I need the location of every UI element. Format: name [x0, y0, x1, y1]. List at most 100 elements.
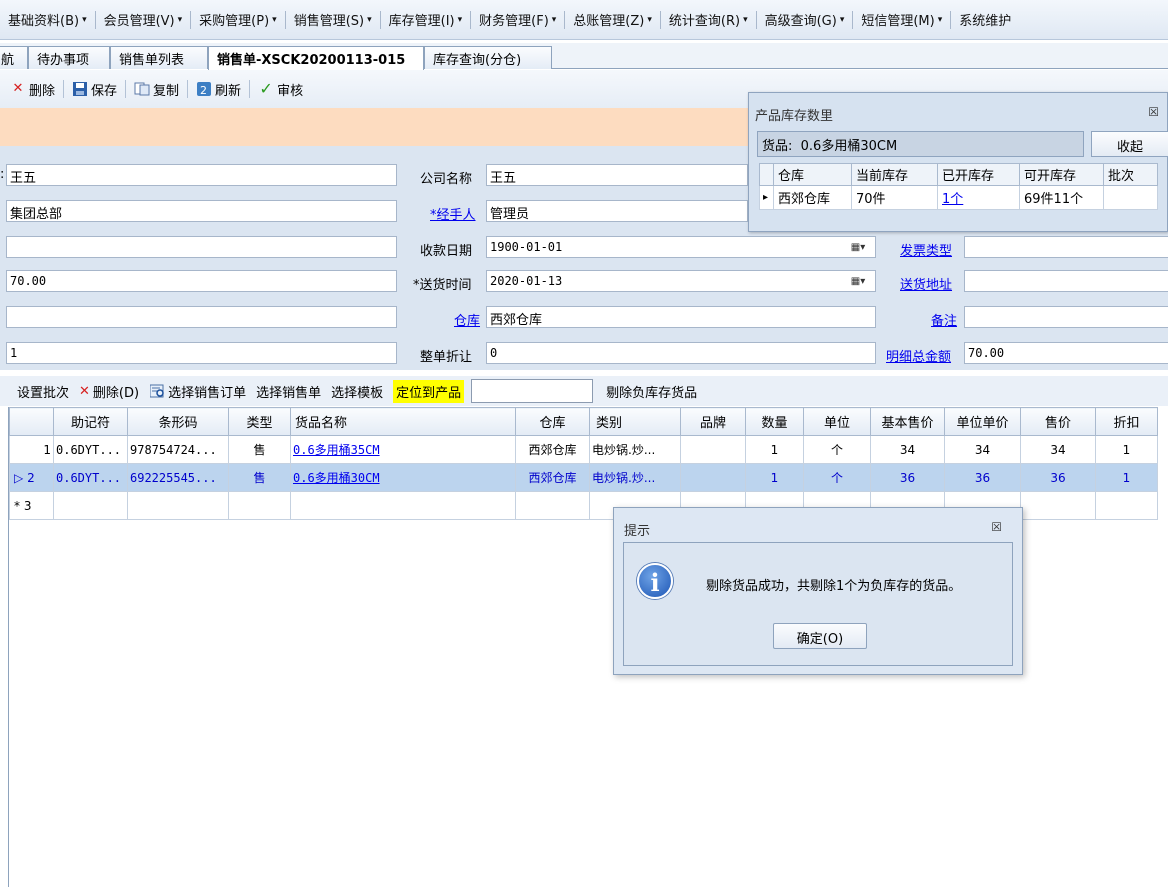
menu-sales[interactable]: 销售管理(S) ▾ [286, 8, 380, 32]
delete-row-button[interactable]: ✕ 删除(D) [74, 382, 144, 401]
column-header[interactable]: 类别 [589, 407, 681, 436]
column-header[interactable]: 仓库 [773, 163, 852, 186]
amount-field[interactable]: 70.00 [6, 270, 397, 292]
tab-navigation[interactable]: 航 [0, 46, 28, 69]
menu-finance[interactable]: 财务管理(F) ▾ [471, 8, 564, 32]
cell-product-name-link[interactable]: 0.6多用桶30CM [290, 463, 516, 492]
cell-code[interactable]: 0.6DYT... [53, 463, 128, 492]
column-header[interactable]: 基本售价 [870, 407, 945, 436]
menu-statistics[interactable]: 统计查询(R) ▾ [661, 8, 756, 32]
menu-member[interactable]: 会员管理(V) ▾ [96, 8, 191, 32]
collapse-button[interactable]: 收起 [1091, 131, 1168, 157]
cell-code[interactable]: 0.6DYT... [53, 435, 128, 464]
cell-barcode[interactable]: 978754724... [127, 435, 229, 464]
close-icon[interactable]: ☒ [1148, 105, 1159, 119]
cell-brand[interactable] [680, 435, 746, 464]
save-button[interactable]: 保存 [66, 77, 123, 101]
cell-unit[interactable]: 个 [803, 435, 871, 464]
delivery-time-field[interactable]: 2020-01-13 [486, 270, 876, 292]
department-field[interactable]: 集团总部 [6, 200, 397, 222]
invoice-type-link[interactable]: 发票类型 [900, 240, 952, 259]
cell-price[interactable] [1020, 491, 1096, 520]
column-header[interactable]: 售价 [1020, 407, 1096, 436]
column-header[interactable]: 仓库 [515, 407, 590, 436]
approve-button[interactable]: ✓ 审核 [252, 77, 309, 101]
form-field-6[interactable]: 1 [6, 342, 397, 364]
delete-button[interactable]: ✕ 删除 [4, 77, 61, 101]
column-header[interactable]: 助记符 [53, 407, 128, 436]
cell-category[interactable]: 电炒锅.炒... [589, 463, 681, 492]
invoice-type-field[interactable] [964, 236, 1168, 258]
cell-type[interactable]: 售 [228, 463, 291, 492]
company-name-field[interactable]: 王五 [486, 164, 748, 186]
cell-warehouse[interactable] [515, 491, 590, 520]
column-header[interactable]: 折扣 [1095, 407, 1158, 436]
cell-discount[interactable] [1095, 491, 1158, 520]
handler-field[interactable]: 管理员 [486, 200, 748, 222]
cell-barcode[interactable]: 692225545... [127, 463, 229, 492]
column-header[interactable]: 单位 [803, 407, 871, 436]
tab-stock-query[interactable]: 库存查询(分仓) [424, 46, 552, 69]
cell-unit-price[interactable]: 36 [944, 463, 1021, 492]
warehouse-link[interactable]: 仓库 [454, 310, 480, 329]
column-header[interactable]: 条形码 [127, 407, 229, 436]
column-header[interactable]: 品牌 [680, 407, 746, 436]
select-sales-order-button[interactable]: 选择销售订单 [144, 382, 251, 401]
locate-product-input[interactable] [471, 379, 594, 403]
cell-product-name[interactable] [290, 491, 516, 520]
remark-field[interactable] [964, 306, 1168, 328]
cell-price[interactable]: 34 [1020, 435, 1096, 464]
handler-link[interactable]: *经手人 [430, 204, 476, 223]
opened-stock-link[interactable]: 1个 [937, 185, 1020, 210]
warehouse-field[interactable]: 西郊仓库 [486, 306, 876, 328]
locate-product-button[interactable]: 定位到产品 [388, 379, 469, 403]
ok-button[interactable]: 确定(O) [773, 623, 867, 649]
remark-link[interactable]: 备注 [931, 310, 957, 329]
cell-discount[interactable]: 1 [1095, 435, 1158, 464]
delivery-address-link[interactable]: 送货地址 [900, 274, 952, 293]
delivery-address-field[interactable] [964, 270, 1168, 292]
cell-brand[interactable] [680, 463, 746, 492]
customer-field[interactable]: 王五 [6, 164, 397, 186]
tab-todo[interactable]: 待办事项 [28, 46, 110, 69]
column-header[interactable]: 可开库存 [1019, 163, 1104, 186]
select-template-button[interactable]: 选择模板 [326, 382, 388, 401]
column-header[interactable]: 单位单价 [944, 407, 1021, 436]
stock-row[interactable]: ▸ 西郊仓库 70件 1个 69件11个 [759, 185, 1158, 210]
cell-discount[interactable]: 1 [1095, 463, 1158, 492]
close-icon[interactable]: ☒ [991, 520, 1002, 534]
form-field-5[interactable] [6, 306, 397, 328]
collect-date-field[interactable]: 1900-01-01 [486, 236, 876, 258]
cell-unit-price[interactable]: 34 [944, 435, 1021, 464]
cell-qty[interactable]: 1 [745, 435, 804, 464]
column-header[interactable]: 货品名称 [290, 407, 516, 436]
tab-sales-order[interactable]: 销售单-XSCK20200113-015 [208, 46, 424, 70]
discount-field[interactable]: 0 [486, 342, 876, 364]
cell-type[interactable] [228, 491, 291, 520]
cell-base-price[interactable]: 36 [870, 463, 945, 492]
set-batch-button[interactable]: 设置批次 [12, 382, 74, 401]
remove-negative-stock-button[interactable]: 剔除负库存货品 [601, 382, 702, 401]
refresh-button[interactable]: 2 刷新 [190, 77, 247, 101]
cell-type[interactable]: 售 [228, 435, 291, 464]
cell-warehouse[interactable]: 西郊仓库 [515, 463, 590, 492]
column-header[interactable]: 已开库存 [937, 163, 1020, 186]
cell-code[interactable] [53, 491, 128, 520]
detail-total-link[interactable]: 明细总金额 [886, 346, 951, 365]
cell-unit[interactable]: 个 [803, 463, 871, 492]
menu-advanced-query[interactable]: 高级查询(G) ▾ [757, 8, 853, 32]
table-row[interactable]: 1 0.6DYT... 978754724... 售 0.6多用桶35CM 西郊… [9, 435, 1158, 464]
menu-basic-data[interactable]: 基础资料(B) ▾ [0, 8, 95, 32]
menu-system[interactable]: 系统维护 [951, 8, 1019, 32]
menu-sms[interactable]: 短信管理(M) ▾ [853, 8, 950, 32]
menu-purchase[interactable]: 采购管理(P) ▾ [191, 8, 285, 32]
cell-price[interactable]: 36 [1020, 463, 1096, 492]
copy-button[interactable]: 复制 [128, 77, 185, 101]
cell-category[interactable]: 电炒锅.炒... [589, 435, 681, 464]
select-sales-button[interactable]: 选择销售单 [251, 382, 326, 401]
cell-qty[interactable]: 1 [745, 463, 804, 492]
cell-barcode[interactable] [127, 491, 229, 520]
form-field-3[interactable] [6, 236, 397, 258]
cell-base-price[interactable]: 34 [870, 435, 945, 464]
column-header[interactable]: 数量 [745, 407, 804, 436]
